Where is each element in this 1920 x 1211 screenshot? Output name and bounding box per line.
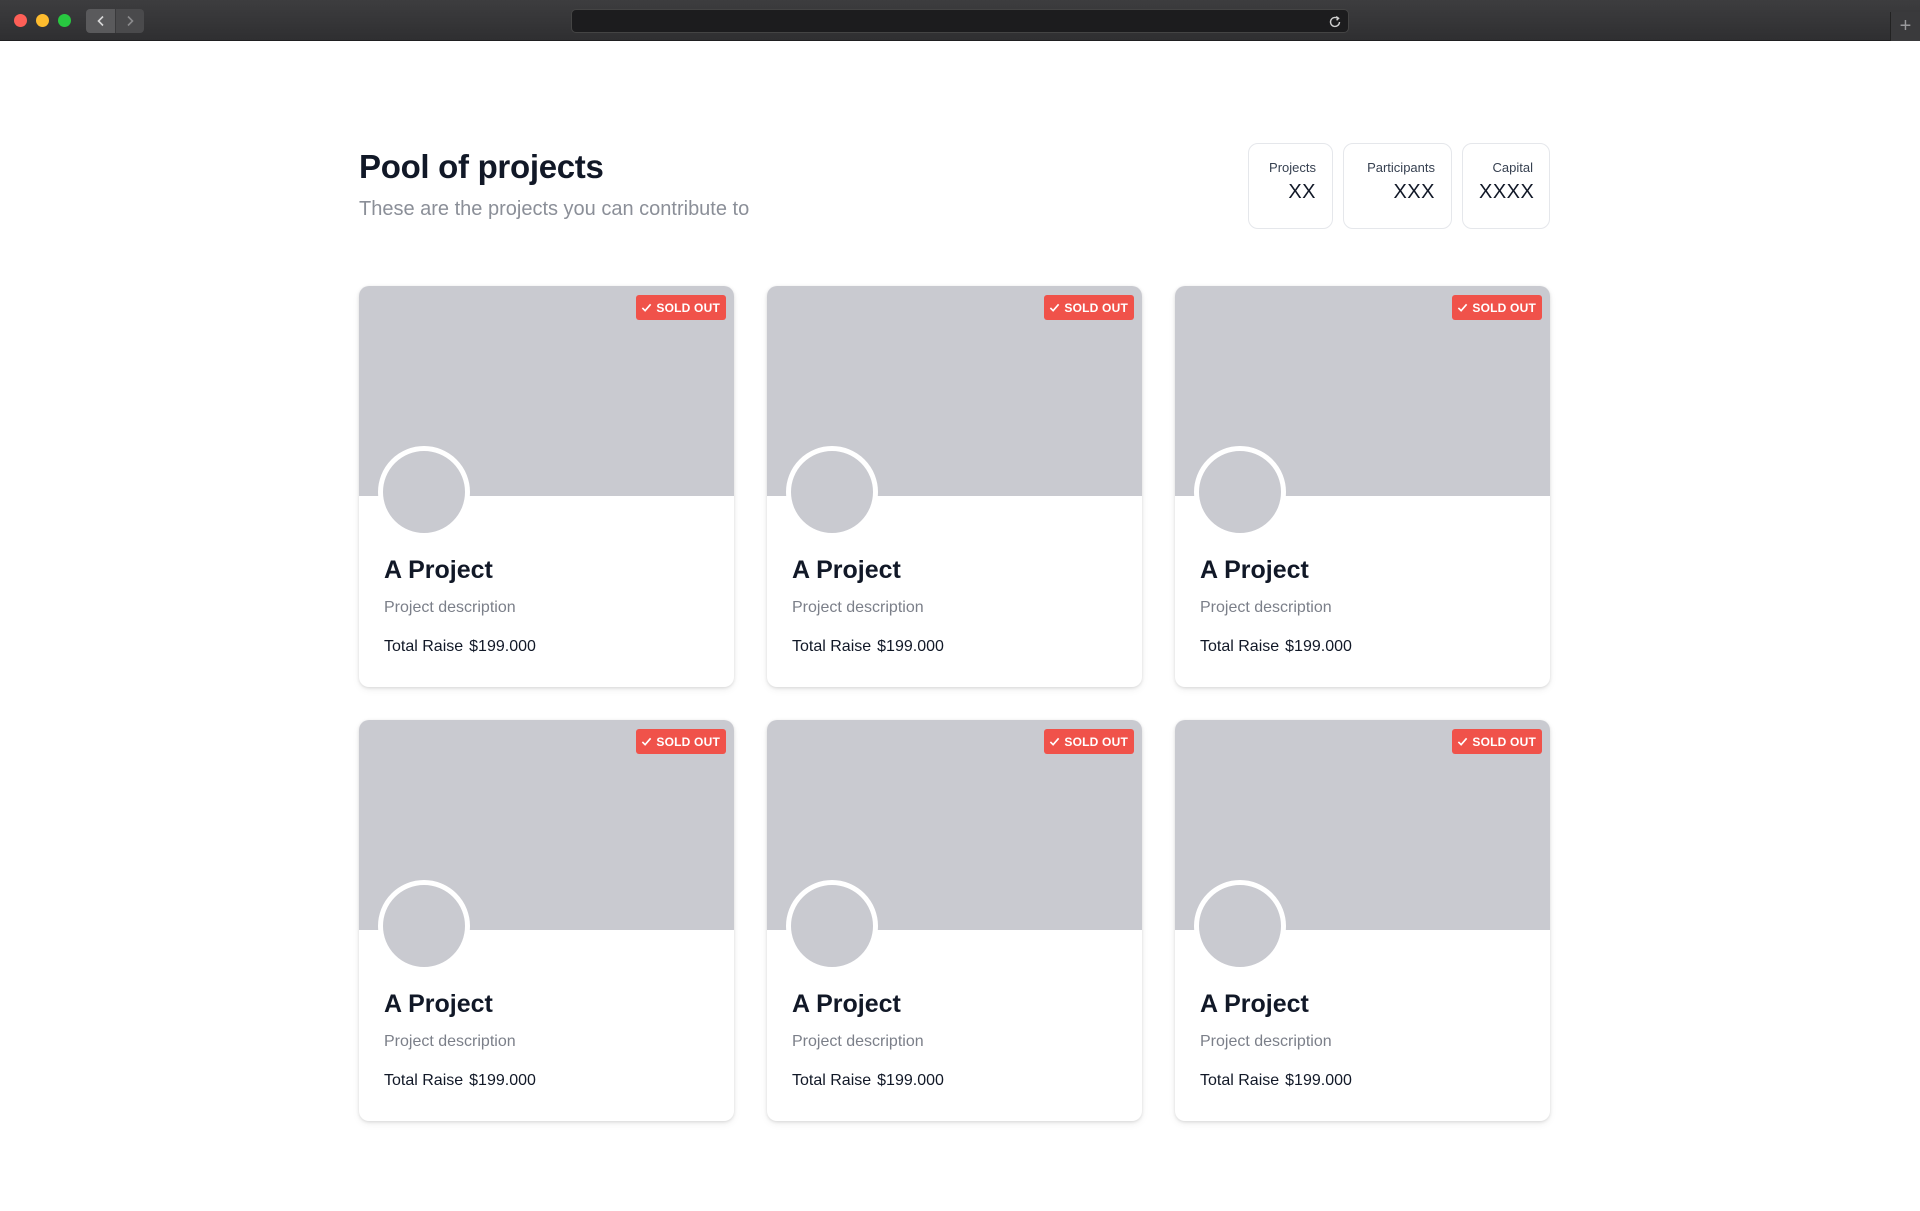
project-card[interactable]: SOLD OUT A Project Project description T…	[1175, 286, 1550, 687]
stat-value: XX	[1288, 181, 1316, 203]
stat-projects: Projects XX	[1248, 143, 1333, 229]
stat-label: Participants	[1367, 160, 1435, 175]
total-raise: Total Raise $199.000	[384, 1072, 536, 1090]
total-raise-value: $199.000	[1285, 1072, 1352, 1089]
total-raise-value: $199.000	[877, 638, 944, 655]
project-avatar	[1194, 446, 1286, 538]
browser-toolbar: +	[0, 0, 1920, 41]
address-bar[interactable]	[571, 9, 1349, 33]
main-content: Pool of projects These are the projects …	[359, 41, 1550, 1121]
total-raise-label: Total Raise	[1200, 638, 1280, 655]
check-icon	[1050, 303, 1060, 312]
project-description: Project description	[792, 599, 924, 616]
minimize-window-button[interactable]	[36, 14, 49, 27]
total-raise-value: $199.000	[469, 1072, 536, 1089]
stat-label: Projects	[1269, 160, 1316, 175]
project-description: Project description	[792, 1033, 924, 1050]
project-title: A Project	[384, 990, 493, 1018]
project-title: A Project	[1200, 990, 1309, 1018]
project-title: A Project	[1200, 556, 1309, 584]
sold-out-badge: SOLD OUT	[1452, 729, 1542, 754]
total-raise-label: Total Raise	[384, 638, 464, 655]
forward-button[interactable]	[115, 9, 144, 33]
stat-label: Capital	[1492, 160, 1533, 175]
stat-value: XXXX	[1479, 181, 1535, 203]
sold-out-badge: SOLD OUT	[1044, 729, 1134, 754]
navigation-buttons	[86, 9, 144, 33]
total-raise-label: Total Raise	[384, 1072, 464, 1089]
badge-label: SOLD OUT	[656, 734, 720, 749]
badge-label: SOLD OUT	[656, 300, 720, 315]
back-button[interactable]	[86, 9, 115, 33]
check-icon	[1458, 737, 1468, 746]
project-card-body: A Project Project description Total Rais…	[384, 990, 536, 1090]
page-subtitle: These are the projects you can contribut…	[359, 198, 750, 220]
total-raise-value: $199.000	[469, 638, 536, 655]
project-avatar	[786, 446, 878, 538]
total-raise-value: $199.000	[877, 1072, 944, 1089]
project-card-body: A Project Project description Total Rais…	[384, 556, 536, 656]
sold-out-badge: SOLD OUT	[636, 295, 726, 320]
total-raise: Total Raise $199.000	[1200, 1072, 1352, 1090]
close-window-button[interactable]	[14, 14, 27, 27]
project-grid: SOLD OUT A Project Project description T…	[359, 286, 1550, 1121]
project-card[interactable]: SOLD OUT A Project Project description T…	[359, 286, 734, 687]
project-avatar	[378, 446, 470, 538]
stat-capital: Capital XXXX	[1462, 143, 1550, 229]
project-card-body: A Project Project description Total Rais…	[792, 556, 944, 656]
project-description: Project description	[384, 1033, 516, 1050]
reload-icon	[1329, 15, 1340, 27]
total-raise: Total Raise $199.000	[1200, 638, 1352, 656]
project-title: A Project	[792, 556, 901, 584]
sold-out-badge: SOLD OUT	[1452, 295, 1542, 320]
badge-label: SOLD OUT	[1064, 734, 1128, 749]
page-title: Pool of projects	[359, 148, 604, 185]
sold-out-badge: SOLD OUT	[1044, 295, 1134, 320]
project-avatar	[786, 880, 878, 972]
new-tab-button[interactable]: +	[1890, 12, 1920, 41]
check-icon	[642, 303, 652, 312]
page-header: Pool of projects These are the projects …	[359, 41, 1550, 286]
total-raise: Total Raise $199.000	[384, 638, 536, 656]
project-description: Project description	[1200, 1033, 1332, 1050]
project-card[interactable]: SOLD OUT A Project Project description T…	[359, 720, 734, 1121]
sold-out-badge: SOLD OUT	[636, 729, 726, 754]
check-icon	[1050, 737, 1060, 746]
project-card[interactable]: SOLD OUT A Project Project description T…	[767, 286, 1142, 687]
total-raise-label: Total Raise	[792, 1072, 872, 1089]
stat-value: XXX	[1393, 181, 1435, 203]
total-raise-value: $199.000	[1285, 638, 1352, 655]
project-description: Project description	[1200, 599, 1332, 616]
badge-label: SOLD OUT	[1472, 734, 1536, 749]
total-raise-label: Total Raise	[1200, 1072, 1280, 1089]
project-card[interactable]: SOLD OUT A Project Project description T…	[767, 720, 1142, 1121]
chevron-right-icon	[127, 15, 134, 27]
total-raise: Total Raise $199.000	[792, 638, 944, 656]
total-raise-label: Total Raise	[792, 638, 872, 655]
reload-button[interactable]	[1327, 14, 1342, 29]
badge-label: SOLD OUT	[1064, 300, 1128, 315]
project-card-body: A Project Project description Total Rais…	[1200, 556, 1352, 656]
badge-label: SOLD OUT	[1472, 300, 1536, 315]
check-icon	[1458, 303, 1468, 312]
project-avatar	[378, 880, 470, 972]
stat-participants: Participants XXX	[1343, 143, 1452, 229]
project-card[interactable]: SOLD OUT A Project Project description T…	[1175, 720, 1550, 1121]
project-title: A Project	[792, 990, 901, 1018]
stats-group: Projects XX Participants XXX Capital XXX…	[1248, 143, 1550, 229]
project-avatar	[1194, 880, 1286, 972]
project-title: A Project	[384, 556, 493, 584]
total-raise: Total Raise $199.000	[792, 1072, 944, 1090]
project-card-body: A Project Project description Total Rais…	[1200, 990, 1352, 1090]
maximize-window-button[interactable]	[58, 14, 71, 27]
check-icon	[642, 737, 652, 746]
project-card-body: A Project Project description Total Rais…	[792, 990, 944, 1090]
chevron-left-icon	[96, 15, 104, 27]
project-description: Project description	[384, 599, 516, 616]
